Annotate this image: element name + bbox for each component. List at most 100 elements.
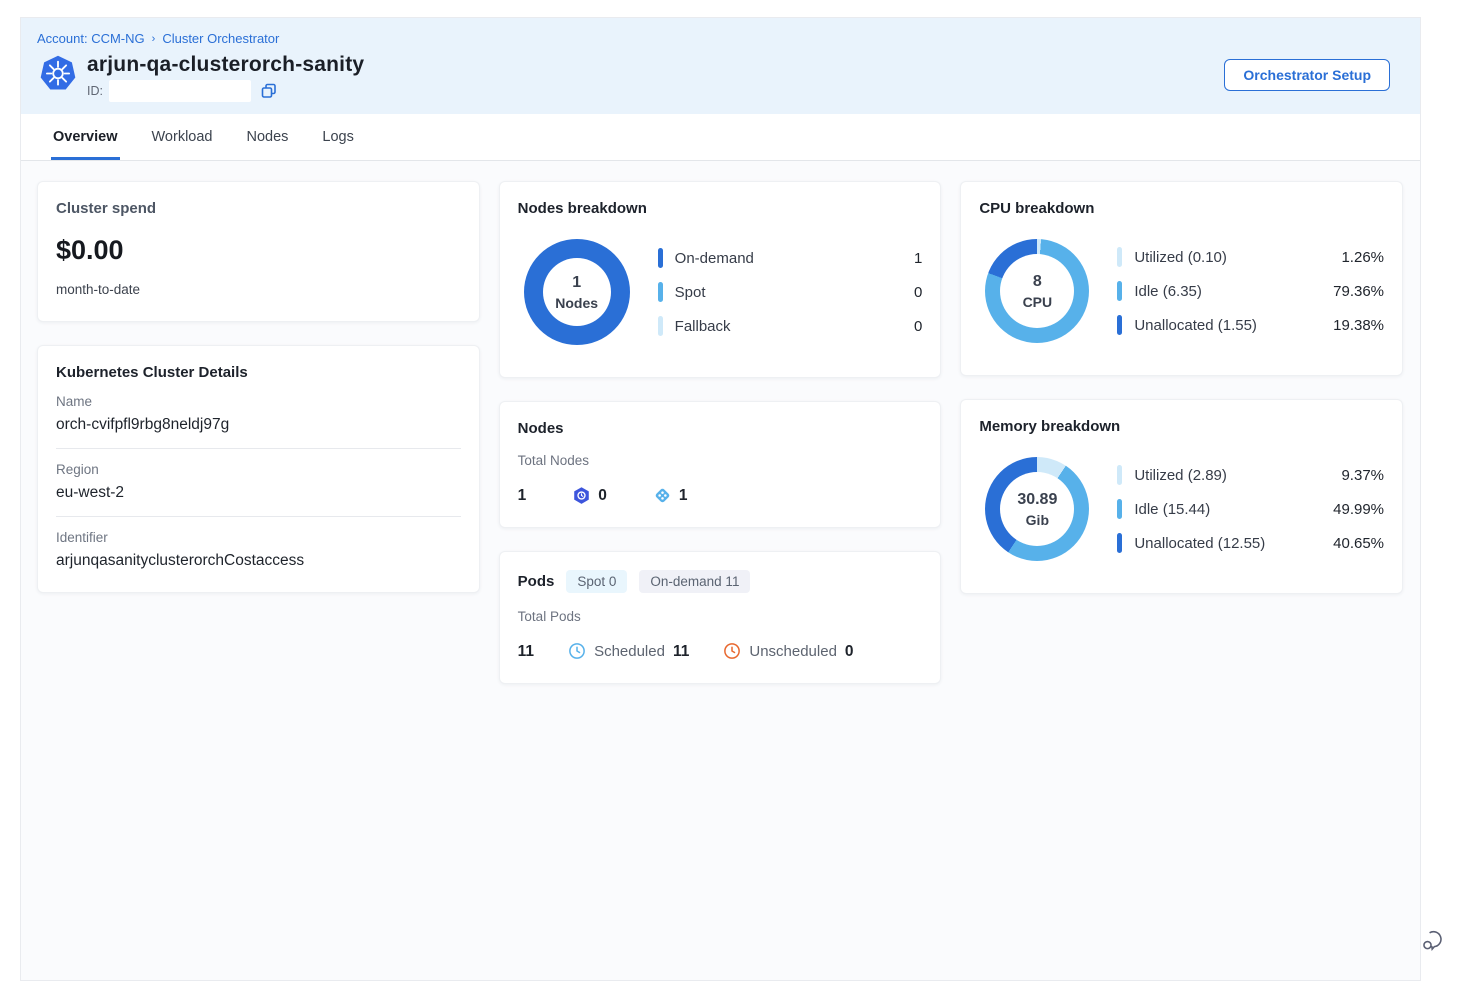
field-value: eu-west-2 — [56, 484, 461, 502]
chat-bubble-icon[interactable] — [1420, 928, 1445, 953]
donut-center-label: Nodes — [555, 295, 598, 311]
donut-center-value: 30.89 — [1017, 491, 1057, 509]
tab-overview[interactable]: Overview — [51, 114, 120, 160]
cluster-spend-card: Cluster spend $0.00 month-to-date — [37, 181, 480, 322]
legend-label: Idle (6.35) — [1134, 283, 1321, 300]
cluster-id-row: ID: — [87, 80, 1224, 102]
pods-on-demand-badge: On-demand 11 — [639, 570, 750, 593]
legend-marker — [1117, 465, 1122, 485]
title-row: arjun-qa-clusterorch-sanity ID: Orchestr… — [37, 53, 1402, 102]
donut-center-label: Gib — [1026, 512, 1049, 528]
donut-center-value: 1 — [572, 274, 581, 292]
cluster-spend-period: month-to-date — [56, 282, 461, 297]
cpu-breakdown-title: CPU breakdown — [979, 200, 1384, 217]
nodes-donut-chart: 1 Nodes — [524, 239, 630, 345]
scheduled-label: Scheduled — [594, 643, 665, 660]
unscheduled-pods-stat: Unscheduled 0 — [723, 642, 853, 661]
legend-marker — [1117, 499, 1122, 519]
legend-row-on-demand: On-demand 1 — [658, 248, 923, 268]
legend-label: On-demand — [675, 250, 902, 267]
breadcrumb-account-link[interactable]: Account: CCM-NG — [37, 31, 145, 46]
memory-breakdown-title: Memory breakdown — [979, 418, 1384, 435]
field-value: orch-cvifpfl9rbg8neldj97g — [56, 416, 461, 434]
donut-wrap: 1 Nodes — [524, 239, 630, 345]
detail-field-region: Region eu-west-2 — [56, 449, 461, 517]
legend-label: Utilized (0.10) — [1134, 249, 1329, 266]
breadcrumb-separator: › — [152, 33, 156, 45]
nodes-card: Nodes Total Nodes 1 0 — [499, 401, 942, 528]
nodes-stats-row: 1 0 — [518, 486, 923, 505]
field-label: Region — [56, 462, 461, 477]
orchestrator-setup-button[interactable]: Orchestrator Setup — [1224, 59, 1390, 91]
legend-marker — [658, 248, 663, 268]
spot-node-icon — [572, 486, 591, 505]
cluster-details-card: Kubernetes Cluster Details Name orch-cvi… — [37, 345, 480, 593]
title-block: arjun-qa-clusterorch-sanity ID: — [87, 53, 1224, 102]
pods-title: Pods — [518, 573, 555, 590]
pods-title-row: Pods Spot 0 On-demand 11 — [518, 570, 923, 593]
cpu-donut-chart: 8 CPU — [985, 239, 1089, 343]
legend-value: 79.36% — [1333, 283, 1384, 300]
breadcrumb: Account: CCM-NG › Cluster Orchestrator — [37, 31, 1402, 46]
legend-row-unallocated: Unallocated (12.55) 40.65% — [1117, 533, 1384, 553]
donut-center-label: CPU — [1023, 294, 1053, 310]
detail-field-name: Name orch-cvifpfl9rbg8neldj97g — [56, 381, 461, 449]
donut-center-value: 8 — [1033, 273, 1042, 291]
legend-label: Fallback — [675, 318, 902, 335]
nodes-breakdown-card: Nodes breakdown 1 Nodes On-d — [499, 181, 942, 378]
column-left: Cluster spend $0.00 month-to-date Kubern… — [37, 181, 480, 593]
on-demand-node-icon — [653, 486, 672, 505]
breadcrumb-cluster-orchestrator-link[interactable]: Cluster Orchestrator — [162, 31, 279, 46]
legend-value: 40.65% — [1333, 535, 1384, 552]
legend-row-utilized: Utilized (2.89) 9.37% — [1117, 465, 1384, 485]
cpu-breakdown-chart: 8 CPU Utilized (0.10) 1.26% — [985, 239, 1384, 343]
donut-center: 8 CPU — [1000, 254, 1074, 328]
cluster-id-label: ID: — [87, 84, 103, 98]
tab-nodes[interactable]: Nodes — [244, 114, 290, 160]
nodes-title: Nodes — [518, 420, 923, 437]
pods-spot-badge: Spot 0 — [566, 570, 627, 593]
donut-wrap: 30.89 Gib — [985, 457, 1089, 561]
cluster-id-value — [109, 80, 251, 102]
kubernetes-icon — [39, 55, 77, 92]
total-pods-value: 11 — [518, 643, 534, 661]
total-pods-label: Total Pods — [518, 609, 923, 624]
cluster-spend-title: Cluster spend — [56, 200, 461, 217]
legend-marker — [1117, 533, 1122, 553]
legend-value: 49.99% — [1333, 501, 1384, 518]
on-demand-nodes-stat: 1 — [653, 486, 688, 505]
donut-center: 30.89 Gib — [1000, 472, 1074, 546]
legend-row-unallocated: Unallocated (1.55) 19.38% — [1117, 315, 1384, 335]
tab-logs[interactable]: Logs — [320, 114, 355, 160]
nodes-breakdown-legend: On-demand 1 Spot 0 Fallback 0 — [658, 248, 923, 336]
donut-wrap: 8 CPU — [985, 239, 1089, 343]
legend-marker — [658, 282, 663, 302]
field-label: Identifier — [56, 530, 461, 545]
on-demand-nodes-count: 1 — [679, 487, 688, 505]
total-nodes-value: 1 — [518, 487, 527, 505]
legend-marker — [658, 316, 663, 336]
scheduled-clock-icon — [568, 642, 587, 661]
column-middle: Nodes breakdown 1 Nodes On-d — [499, 181, 942, 684]
legend-value: 9.37% — [1341, 467, 1384, 484]
copy-icon[interactable] — [261, 83, 277, 99]
detail-field-identifier: Identifier arjunqasanityclusterorchCosta… — [56, 517, 461, 574]
legend-marker — [1117, 247, 1122, 267]
cpu-breakdown-legend: Utilized (0.10) 1.26% Idle (6.35) 79.36%… — [1117, 247, 1384, 335]
spot-nodes-count: 0 — [598, 487, 607, 505]
cluster-spend-amount: $0.00 — [56, 235, 461, 266]
tab-workload[interactable]: Workload — [150, 114, 215, 160]
legend-value: 0 — [914, 284, 922, 301]
legend-label: Spot — [675, 284, 902, 301]
cpu-breakdown-card: CPU breakdown 8 CPU Utilized — [960, 181, 1403, 376]
legend-label: Unallocated (12.55) — [1134, 535, 1321, 552]
legend-row-spot: Spot 0 — [658, 282, 923, 302]
field-value: arjunqasanityclusterorchCostaccess — [56, 552, 461, 570]
legend-marker — [1117, 315, 1122, 335]
legend-label: Utilized (2.89) — [1134, 467, 1329, 484]
tabbar: Overview Workload Nodes Logs — [21, 114, 1420, 161]
field-label: Name — [56, 394, 461, 409]
legend-label: Idle (15.44) — [1134, 501, 1321, 518]
legend-row-fallback: Fallback 0 — [658, 316, 923, 336]
nodes-breakdown-title: Nodes breakdown — [518, 200, 923, 217]
